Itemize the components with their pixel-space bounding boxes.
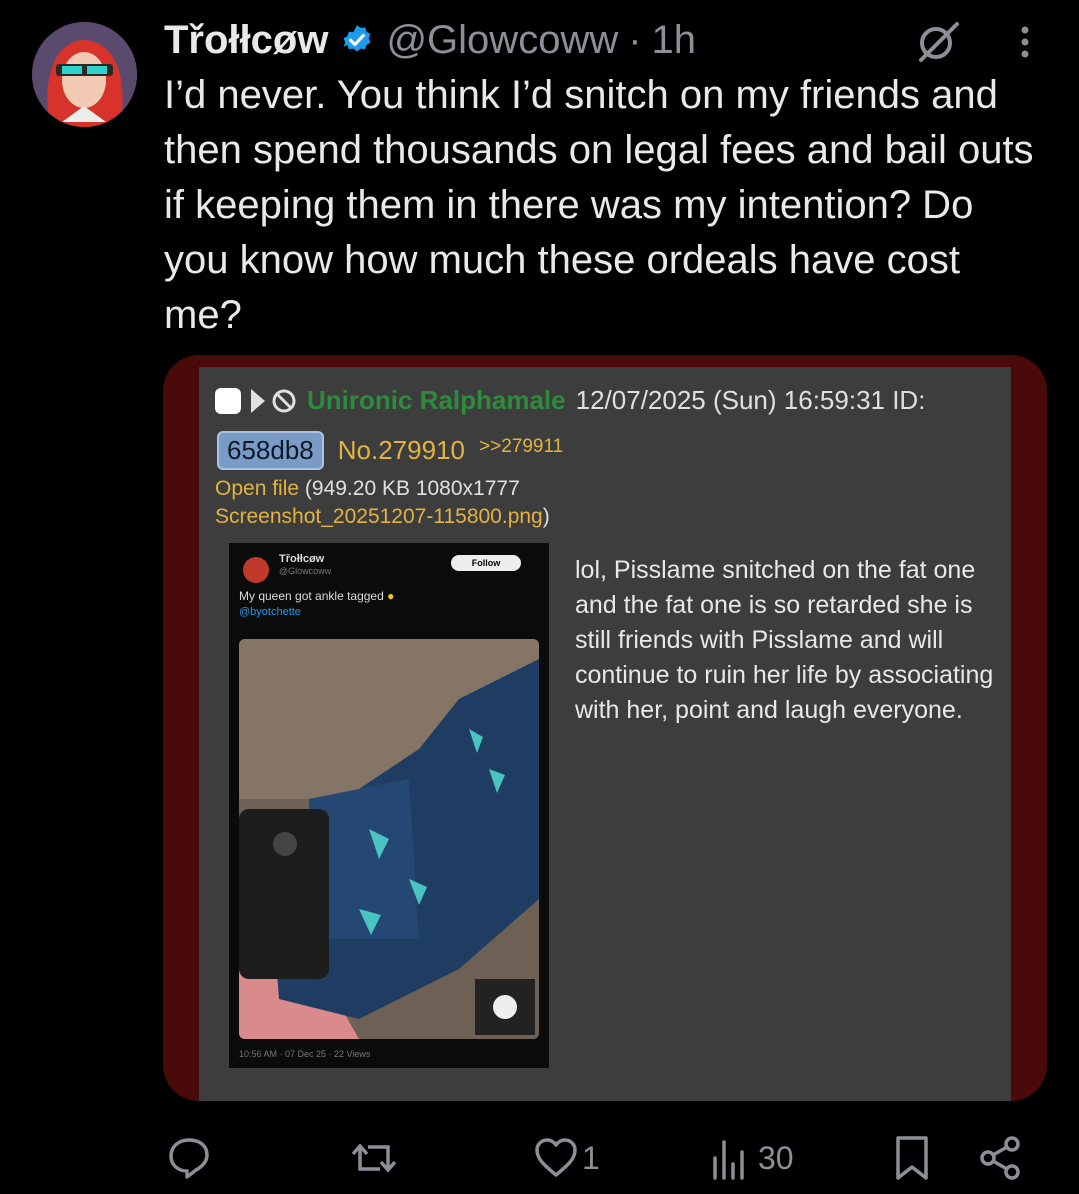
post-datetime: 12/07/2025 (Sun) 16:59:31 ID: [575, 385, 926, 415]
like-count: 1 [582, 1139, 600, 1176]
separator-dot: · [628, 17, 642, 62]
thumb-tweet-text: My queen got ankle tagged ● [239, 589, 395, 603]
view-count: 30 [758, 1139, 794, 1176]
thumb-author-handle: @Glowcoww [279, 566, 332, 576]
more-options-icon[interactable] [1010, 22, 1040, 62]
hide-post-icon[interactable] [271, 388, 297, 414]
thumb-footer: 10:56 AM · 07 Dec 25 · 22 Views [239, 1049, 371, 1059]
reply-icon [169, 1138, 209, 1179]
post-number: No.279910 [337, 435, 465, 465]
poster-id-badge: 658db8 [217, 431, 324, 470]
thumb-photo [239, 639, 539, 1039]
verified-badge-icon [343, 25, 371, 52]
reply-link: >>279911 [479, 435, 564, 457]
tweet-text: I’d never. You think I’d snitch on my fr… [164, 73, 1045, 337]
file-info-line: Open file (949.20 KB 1080x1777 [215, 477, 520, 501]
like-button[interactable]: 1 [534, 1130, 600, 1186]
tweet-header: Třołłcøw @Glowcoww · 1h [164, 16, 696, 64]
author-name[interactable]: Třołłcøw [164, 18, 328, 63]
repost-icon [351, 1143, 397, 1173]
expand-arrow-icon[interactable] [251, 388, 265, 413]
bookmark-icon [896, 1136, 928, 1180]
avatar-image [32, 22, 137, 127]
action-bar: 1 30 [0, 1130, 1079, 1186]
author-handle[interactable]: @Glowcoww [386, 18, 618, 63]
post-image-thumbnail: Třołłcøw @Glowcoww Follow My queen got a… [229, 543, 549, 1068]
thumb-avatar [243, 557, 269, 583]
tweet-media[interactable]: Unironic Ralphamale 12/07/2025 (Sun) 16:… [163, 355, 1047, 1101]
file-name-line: Screenshot_20251207-115800.png) [215, 505, 550, 528]
file-name-link: Screenshot_20251207-115800.png [215, 505, 543, 528]
open-file-link: Open file [215, 477, 300, 500]
share-button[interactable] [978, 1130, 1024, 1186]
share-icon [980, 1136, 1020, 1180]
file-size: (949.20 KB 1080x1777 [304, 477, 520, 500]
repost-button[interactable] [350, 1130, 398, 1186]
post-meta: 658db8 No.279910 >>279911 [217, 431, 563, 470]
reply-button[interactable] [166, 1130, 212, 1186]
post-header: Unironic Ralphamale 12/07/2025 (Sun) 16:… [215, 385, 925, 416]
thumb-mention: @byotchette [239, 606, 301, 618]
views-button[interactable]: 30 [710, 1130, 794, 1186]
post-body-text: lol, Pisslame snitched on the fat one an… [575, 556, 1001, 724]
views-icon [713, 1140, 744, 1180]
thumb-follow-button: Follow [451, 555, 521, 571]
avatar[interactable] [32, 22, 137, 127]
heart-icon [535, 1138, 577, 1177]
thumb-author-name: Třołłcøw [279, 553, 325, 565]
grok-icon[interactable] [915, 18, 961, 64]
embedded-post: Unironic Ralphamale 12/07/2025 (Sun) 16:… [199, 367, 1011, 1101]
poster-name: Unironic Ralphamale [307, 385, 566, 415]
post-checkbox[interactable] [215, 387, 241, 414]
timestamp[interactable]: 1h [652, 18, 697, 63]
bookmark-button[interactable] [892, 1130, 932, 1186]
